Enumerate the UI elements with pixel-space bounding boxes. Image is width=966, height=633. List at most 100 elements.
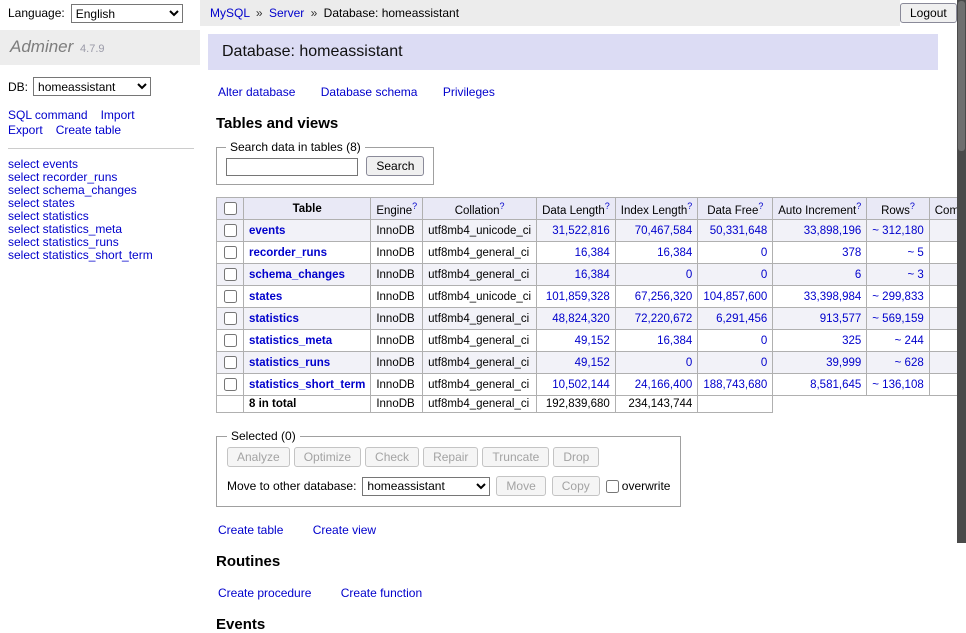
data-length-link[interactable]: 10,502,144	[552, 379, 610, 391]
search-input[interactable]	[226, 158, 358, 176]
data-length-link[interactable]: 49,152	[575, 335, 610, 347]
sidebar-table-link[interactable]: select states	[8, 196, 75, 210]
overwrite-checkbox[interactable]	[606, 480, 619, 493]
auto-increment-link[interactable]: 33,398,984	[804, 291, 862, 303]
sidebar-table-link[interactable]: select statistics_meta	[8, 222, 122, 236]
move-db-select[interactable]: homeassistant	[362, 477, 490, 496]
column-help-link[interactable]: ?	[856, 201, 861, 211]
scrollbar-thumb[interactable]	[958, 1, 965, 151]
privileges-link[interactable]: Privileges	[443, 85, 495, 99]
table-name-link[interactable]: events	[249, 225, 285, 237]
create-table-link-main[interactable]: Create table	[218, 523, 283, 537]
create-view-link[interactable]: Create view	[313, 523, 376, 537]
table-name-link[interactable]: statistics	[249, 313, 299, 325]
row-checkbox[interactable]	[224, 268, 237, 281]
create-procedure-link[interactable]: Create procedure	[218, 586, 311, 600]
column-help-link[interactable]: ?	[605, 201, 610, 211]
adminer-logo-link[interactable]: Adminer	[10, 37, 73, 56]
data-free-link[interactable]: 0	[761, 269, 767, 281]
row-checkbox[interactable]	[224, 356, 237, 369]
alter-database-link[interactable]: Alter database	[218, 85, 295, 99]
rows-link[interactable]: ~ 628	[895, 357, 924, 369]
rows-link[interactable]: ~ 136,108	[872, 379, 923, 391]
column-help-link[interactable]: ?	[687, 201, 692, 211]
auto-increment-link[interactable]: 378	[842, 247, 861, 259]
rows-link[interactable]: ~ 3	[907, 269, 923, 281]
sidebar-table-link[interactable]: select statistics_short_term	[8, 248, 153, 262]
sql-command-link[interactable]: SQL command	[8, 108, 88, 122]
rows-link[interactable]: ~ 569,159	[872, 313, 923, 325]
data-free-link[interactable]: 188,743,680	[703, 379, 767, 391]
data-free-link[interactable]: 6,291,456	[716, 313, 767, 325]
auto-increment-link[interactable]: 325	[842, 335, 861, 347]
data-length-link[interactable]: 49,152	[575, 357, 610, 369]
column-help-link[interactable]: ?	[499, 201, 504, 211]
auto-increment-link[interactable]: 8,581,645	[810, 379, 861, 391]
select-all-checkbox[interactable]	[224, 202, 237, 215]
data-free-link[interactable]: 50,331,648	[710, 225, 768, 237]
index-length-link[interactable]: 16,384	[657, 247, 692, 259]
data-length-link[interactable]: 31,522,816	[552, 225, 610, 237]
repair-button[interactable]: Repair	[423, 447, 478, 467]
index-length-link[interactable]: 72,220,672	[635, 313, 693, 325]
move-button[interactable]: Move	[496, 476, 545, 496]
create-table-link-sidebar[interactable]: Create table	[56, 123, 121, 137]
language-select[interactable]: English	[71, 4, 183, 23]
optimize-button[interactable]: Optimize	[294, 447, 361, 467]
row-checkbox[interactable]	[224, 334, 237, 347]
sidebar-table-link[interactable]: select schema_changes	[8, 183, 137, 197]
drop-button[interactable]: Drop	[553, 447, 599, 467]
rows-link[interactable]: ~ 244	[895, 335, 924, 347]
sidebar-table-link[interactable]: select recorder_runs	[8, 170, 117, 184]
rows-link[interactable]: ~ 5	[907, 247, 923, 259]
column-help-link[interactable]: ?	[910, 201, 915, 211]
auto-increment-link[interactable]: 39,999	[826, 357, 861, 369]
data-free-link[interactable]: 0	[761, 357, 767, 369]
table-name-link[interactable]: statistics_runs	[249, 357, 330, 369]
index-length-link[interactable]: 16,384	[657, 335, 692, 347]
database-schema-link[interactable]: Database schema	[321, 85, 418, 99]
db-select[interactable]: homeassistant	[33, 77, 151, 96]
column-help-link[interactable]: ?	[758, 201, 763, 211]
index-length-link[interactable]: 67,256,320	[635, 291, 693, 303]
search-button[interactable]: Search	[366, 156, 424, 176]
sidebar-table-link[interactable]: select statistics	[8, 209, 89, 223]
data-free-link[interactable]: 104,857,600	[703, 291, 767, 303]
auto-increment-link[interactable]: 913,577	[820, 313, 862, 325]
data-length-link[interactable]: 16,384	[575, 247, 610, 259]
sidebar-table-link[interactable]: select events	[8, 157, 78, 171]
breadcrumb-link-mysql[interactable]: MySQL	[210, 6, 250, 20]
column-help-link[interactable]: ?	[412, 201, 417, 211]
row-checkbox[interactable]	[224, 224, 237, 237]
data-length-link[interactable]: 48,824,320	[552, 313, 610, 325]
import-link[interactable]: Import	[101, 108, 135, 122]
create-function-link[interactable]: Create function	[341, 586, 422, 600]
table-name-link[interactable]: statistics_short_term	[249, 379, 365, 391]
data-free-link[interactable]: 0	[761, 335, 767, 347]
index-length-link[interactable]: 24,166,400	[635, 379, 693, 391]
table-name-link[interactable]: schema_changes	[249, 269, 345, 281]
data-free-link[interactable]: 0	[761, 247, 767, 259]
check-button[interactable]: Check	[365, 447, 419, 467]
index-length-link[interactable]: 70,467,584	[635, 225, 693, 237]
row-checkbox[interactable]	[224, 378, 237, 391]
copy-button[interactable]: Copy	[552, 476, 600, 496]
data-length-link[interactable]: 16,384	[575, 269, 610, 281]
table-name-link[interactable]: recorder_runs	[249, 247, 327, 259]
logout-button[interactable]: Logout	[900, 3, 957, 23]
row-checkbox[interactable]	[224, 312, 237, 325]
auto-increment-link[interactable]: 6	[855, 269, 861, 281]
sidebar-table-link[interactable]: select statistics_runs	[8, 235, 119, 249]
vertical-scrollbar[interactable]	[957, 0, 966, 543]
data-length-link[interactable]: 101,859,328	[546, 291, 610, 303]
export-link[interactable]: Export	[8, 123, 43, 137]
rows-link[interactable]: ~ 299,833	[872, 291, 923, 303]
truncate-button[interactable]: Truncate	[482, 447, 549, 467]
row-checkbox[interactable]	[224, 246, 237, 259]
breadcrumb-link-server[interactable]: Server	[269, 6, 304, 20]
analyze-button[interactable]: Analyze	[227, 447, 290, 467]
index-length-link[interactable]: 0	[686, 269, 692, 281]
auto-increment-link[interactable]: 33,898,196	[804, 225, 862, 237]
index-length-link[interactable]: 0	[686, 357, 692, 369]
table-name-link[interactable]: statistics_meta	[249, 335, 332, 347]
